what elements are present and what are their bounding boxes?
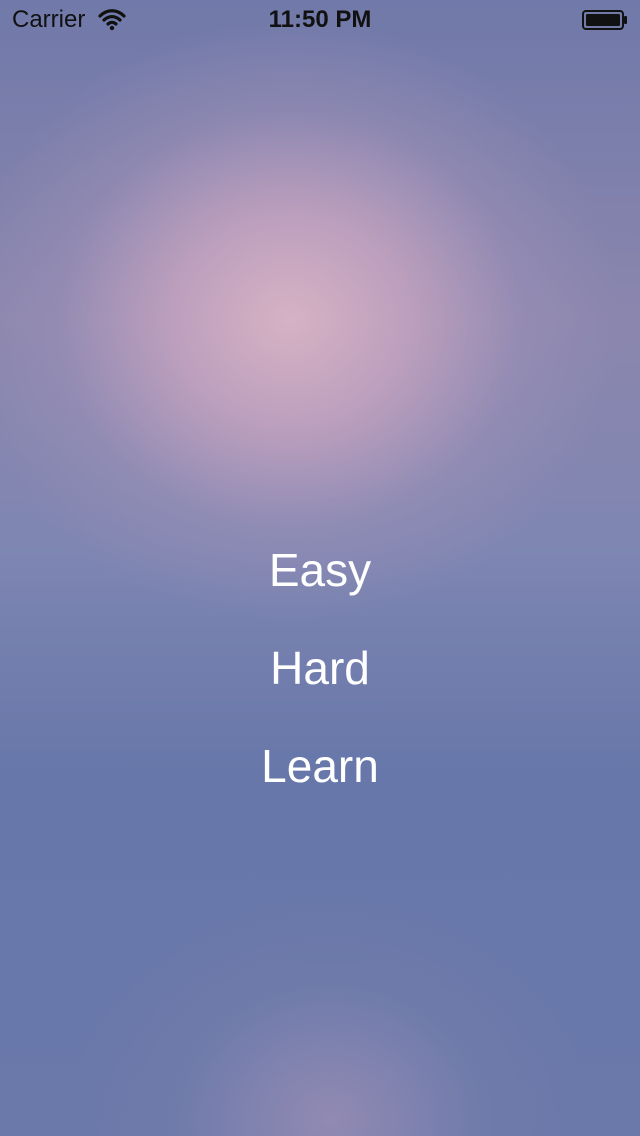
- menu-item-hard[interactable]: Hard: [0, 628, 640, 726]
- status-bar: Carrier 11:50 PM: [0, 0, 640, 40]
- clock-label: 11:50 PM: [268, 6, 372, 33]
- main-menu: Easy Hard Learn: [0, 530, 640, 824]
- battery-icon: [582, 10, 627, 30]
- menu-item-learn[interactable]: Learn: [0, 726, 640, 824]
- menu-item-easy[interactable]: Easy: [0, 530, 640, 628]
